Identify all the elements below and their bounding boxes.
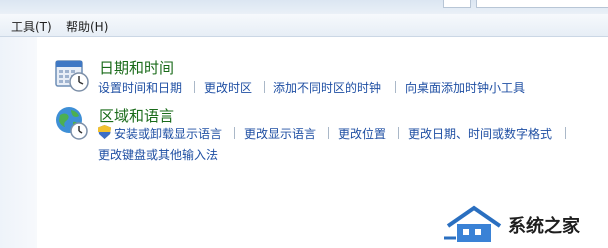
search-box-fragment[interactable] <box>476 0 608 8</box>
address-bar-fragment[interactable] <box>443 0 471 8</box>
change-location-link[interactable]: 更改位置 <box>338 125 386 142</box>
navigation-pane <box>0 37 37 248</box>
house-logo-icon <box>444 205 502 242</box>
set-time-date-link[interactable]: 设置时间和日期 <box>98 79 182 96</box>
add-clocks-link[interactable]: 添加不同时区的时钟 <box>273 79 381 96</box>
install-display-language-link[interactable]: 安装或卸载显示语言 <box>114 125 222 142</box>
region-language-title[interactable]: 区域和语言 <box>99 105 174 126</box>
link-separator <box>234 127 235 139</box>
calendar-clock-icon[interactable] <box>54 57 90 93</box>
watermark-logo: 系统之家 <box>430 200 608 248</box>
change-display-language-link[interactable]: 更改显示语言 <box>244 125 316 142</box>
link-separator <box>264 81 265 93</box>
uac-shield-icon <box>98 125 111 139</box>
window-top-strip <box>0 0 608 14</box>
link-separator <box>395 81 396 93</box>
link-separator <box>328 127 329 139</box>
add-clock-gadget-link[interactable]: 向桌面添加时钟小工具 <box>405 79 525 96</box>
date-time-title[interactable]: 日期和时间 <box>99 57 174 78</box>
globe-clock-icon[interactable] <box>54 105 90 141</box>
menu-help[interactable]: 帮助(H) <box>66 18 108 35</box>
link-separator <box>565 127 566 139</box>
link-separator <box>398 127 399 139</box>
link-separator <box>194 81 195 93</box>
watermark-text: 系统之家 <box>508 216 580 237</box>
menu-bar: 工具(T) 帮助(H) <box>0 14 608 37</box>
change-timezone-link[interactable]: 更改时区 <box>204 79 252 96</box>
change-keyboard-link[interactable]: 更改键盘或其他输入法 <box>98 146 218 163</box>
change-format-link[interactable]: 更改日期、时间或数字格式 <box>408 125 552 142</box>
menu-tools[interactable]: 工具(T) <box>11 18 52 35</box>
